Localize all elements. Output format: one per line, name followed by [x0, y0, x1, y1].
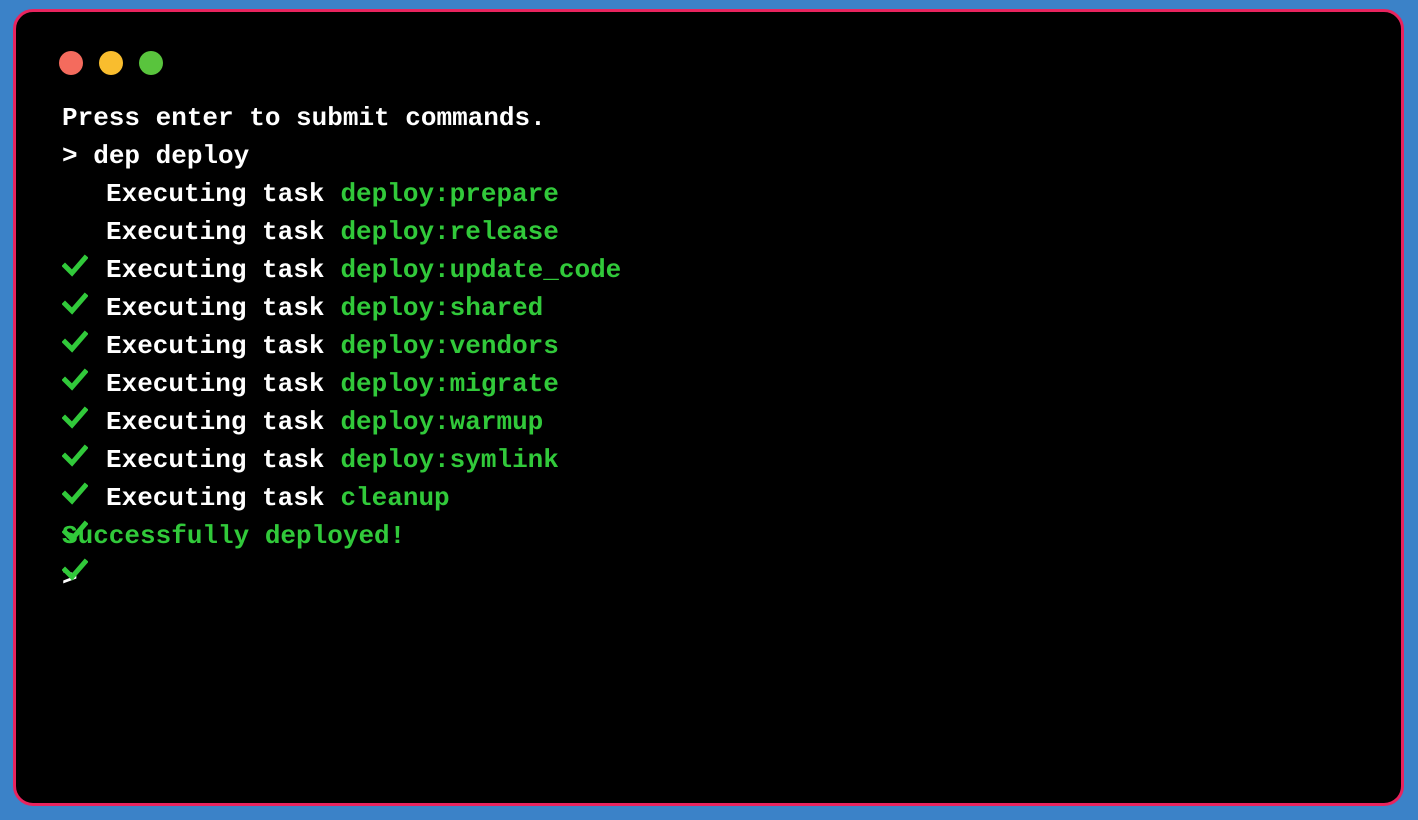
task-line: Executing task deploy:update_code	[62, 251, 1361, 353]
command-prompt: >	[62, 141, 78, 171]
task-name: deploy:shared	[340, 293, 544, 323]
checkmark-icon	[62, 329, 88, 429]
command-text: dep deploy	[93, 141, 250, 171]
intro-line: Press enter to submit commands.	[62, 99, 1361, 137]
task-line: Executing task deploy:release	[62, 213, 1361, 315]
task-line: Executing task cleanup	[62, 479, 1361, 581]
task-name: deploy:release	[340, 217, 559, 247]
task-name: deploy:migrate	[340, 369, 559, 399]
task-line: Executing task deploy:shared	[62, 289, 1361, 391]
task-name: deploy:vendors	[340, 331, 559, 361]
task-line: Executing task deploy:vendors	[62, 327, 1361, 429]
checkmark-icon	[62, 367, 88, 467]
close-circle-icon[interactable]	[59, 51, 83, 75]
intro-text: Press enter to submit commands.	[62, 103, 546, 133]
checkmark-icon	[62, 291, 88, 391]
terminal-window: Press enter to submit commands. > dep de…	[13, 9, 1404, 806]
checkmark-icon	[62, 481, 88, 581]
success-line: Successfully deployed!	[62, 517, 1361, 555]
task-line: Executing task deploy:symlink	[62, 441, 1361, 543]
task-name: deploy:warmup	[340, 407, 544, 437]
window-controls	[59, 51, 163, 75]
checkmark-icon	[62, 443, 88, 543]
checkmark-icon	[62, 405, 88, 505]
task-prefix: Executing task	[106, 179, 325, 209]
task-line: Executing task deploy:warmup	[62, 403, 1361, 505]
minimize-circle-icon[interactable]	[99, 51, 123, 75]
maximize-circle-icon[interactable]	[139, 51, 163, 75]
task-name: cleanup	[340, 483, 450, 513]
terminal-output[interactable]: Press enter to submit commands. > dep de…	[62, 99, 1361, 599]
task-name: deploy:update_code	[340, 255, 622, 285]
checkmark-icon	[62, 253, 88, 353]
input-line[interactable]: >	[62, 557, 1361, 599]
command-line: > dep deploy	[62, 137, 1361, 175]
checkmark-icon	[62, 177, 88, 277]
task-name: deploy:symlink	[340, 445, 559, 475]
checkmark-icon	[62, 215, 88, 315]
task-line: Executing task deploy:migrate	[62, 365, 1361, 467]
task-name: deploy:prepare	[340, 179, 559, 209]
task-line: Executing task deploy:prepare	[62, 175, 1361, 277]
